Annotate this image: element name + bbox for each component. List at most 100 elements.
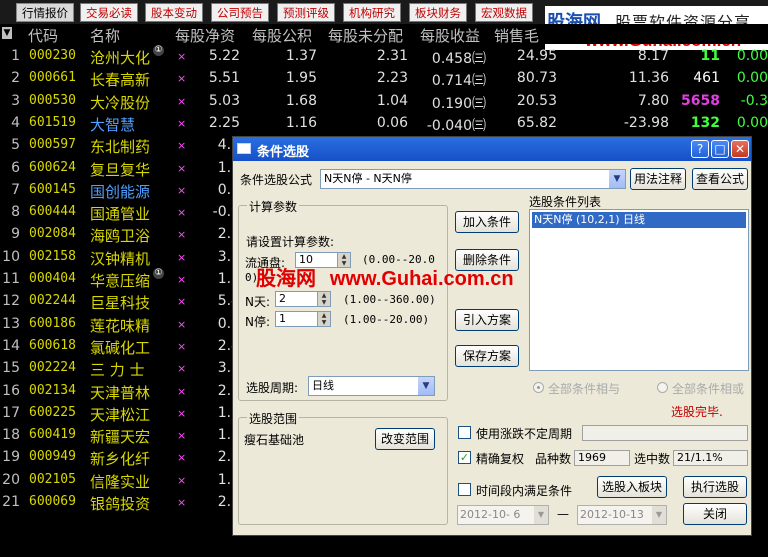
- flag-icon: ×: [177, 317, 187, 331]
- cell-c6: 8.17: [637, 48, 669, 64]
- stock-name: 三 力 士: [90, 361, 145, 380]
- sort-toggle-icon[interactable]: ▼: [2, 27, 12, 39]
- stepper-arrows-icon[interactable]: ▲ ▼: [317, 312, 330, 326]
- tab-quotes[interactable]: 行情报价: [16, 3, 74, 22]
- col-eps-income[interactable]: 每股收益: [420, 25, 480, 46]
- flag-icon: ×: [177, 250, 187, 264]
- table-row[interactable]: 1 000230 沧州大化 ① × 5.22 1.37 2.31 0.458㈢ 24.95 8.17…: [0, 45, 768, 67]
- uncertain-period-checkbox[interactable]: [458, 426, 471, 439]
- watermark-mid-url: www.Guhai.com.cn: [329, 268, 514, 290]
- date-to-value: 2012-10-13: [580, 508, 644, 521]
- info-badge-icon: ①: [153, 45, 164, 56]
- import-plan-button[interactable]: 引入方案: [455, 309, 519, 331]
- cell-c8: 0.00: [736, 70, 768, 87]
- col-eps-undist[interactable]: 每股未分配: [328, 25, 403, 46]
- usage-button[interactable]: 用法注释: [630, 168, 686, 190]
- close-icon[interactable]: ✕: [731, 140, 749, 158]
- precise-restore-checkbox[interactable]: ✓: [458, 451, 471, 464]
- tab-institution-research[interactable]: 机构研究: [343, 3, 401, 22]
- col-name[interactable]: 名称: [90, 25, 120, 46]
- cell-c6: -23.98: [623, 114, 669, 131]
- row-number: 7: [11, 181, 20, 198]
- flag-icon: ×: [177, 496, 187, 509]
- watermark-overlay: 股海网 www.Guhai.com.cn: [256, 262, 514, 291]
- row-number: 10: [2, 248, 20, 265]
- flag-icon: ×: [177, 228, 187, 242]
- selected-label: 选中数: [634, 452, 671, 466]
- flag-icon: ×: [177, 451, 187, 465]
- cell-c3: 2.23: [376, 70, 408, 87]
- chevron-down-icon[interactable]: ▼: [418, 377, 434, 395]
- stock-name: 银鸽投资: [90, 495, 151, 513]
- condition-list[interactable]: N天N停 (10,2,1) 日线: [529, 209, 749, 371]
- stock-code: 600069: [29, 494, 76, 509]
- cell-c2: 1.95: [285, 70, 317, 87]
- stock-code: 002084: [29, 226, 76, 242]
- col-code[interactable]: 代码: [28, 25, 58, 46]
- param2-stepper[interactable]: 2 ▲ ▼: [275, 291, 331, 307]
- calc-params-title: 计算参数: [247, 198, 300, 215]
- cell-c6: 11.36: [628, 70, 669, 87]
- flag-icon: ×: [177, 273, 187, 286]
- stock-name: 莲花味精: [90, 316, 151, 335]
- radio-and[interactable]: [533, 382, 544, 393]
- period-value: 日线: [312, 379, 334, 392]
- tab-company-forecast[interactable]: 公司预告: [211, 3, 269, 22]
- cell-c1: 5.51: [208, 70, 240, 87]
- table-row[interactable]: 4 601519 大智慧 × 2.25 1.16 0.06 -0.040㈢ 65.82 -23.9…: [0, 112, 768, 134]
- cell-c2: 1.16: [285, 114, 317, 131]
- cell-c2: 1.68: [285, 92, 317, 109]
- stock-name: 东北制药: [90, 138, 151, 157]
- date-to-field: 2012-10-13 ▼: [577, 505, 667, 525]
- param3-label: N停:: [245, 315, 271, 329]
- time-range-checkbox[interactable]: [458, 483, 471, 496]
- table-row[interactable]: 3 000530 大冷股份 × 5.03 1.68 1.04 0.190㈢ 20.53 7.80 5…: [0, 90, 768, 112]
- stock-code: 601519: [29, 114, 76, 130]
- add-condition-button[interactable]: 加入条件: [455, 211, 519, 233]
- formula-label: 条件选股公式: [240, 173, 313, 187]
- tab-macro-data[interactable]: 宏观数据: [475, 3, 533, 22]
- stock-code: 600618: [29, 337, 76, 353]
- condition-list-item[interactable]: N天N停 (10,2,1) 日线: [532, 212, 746, 228]
- cell-c4: -0.040㈢: [426, 117, 486, 134]
- flag-icon: ×: [177, 183, 187, 197]
- stock-name: 汉钟精机: [90, 249, 151, 268]
- selected-field: 21/1.1%: [673, 450, 748, 466]
- table-row[interactable]: 2 000661 长春高新 × 5.51 1.95 2.23 0.714㈢ 80.73 11.36…: [0, 67, 768, 89]
- change-range-button[interactable]: 改变范围: [375, 428, 435, 450]
- flag-icon: ×: [177, 384, 187, 398]
- stock-name: 巨星科技: [90, 294, 151, 313]
- flag-icon: ×: [177, 161, 187, 175]
- help-icon[interactable]: ?: [691, 140, 709, 158]
- tab-block-finance[interactable]: 板块财务: [409, 3, 467, 22]
- col-eps-fund[interactable]: 每股公积: [252, 25, 312, 46]
- to-block-button[interactable]: 选股入板块: [597, 476, 667, 498]
- dialog-titlebar[interactable]: 条件选股 ? □ ✕: [233, 137, 751, 161]
- tab-rating[interactable]: 预测评级: [277, 3, 335, 22]
- condition-select-dialog: 条件选股 ? □ ✕ 条件选股公式 N天N停 - N天N停 ▼ 用法注释 查看公…: [232, 136, 752, 536]
- chevron-down-icon[interactable]: ▼: [609, 170, 625, 188]
- uncertain-period-label: 使用涨跌不定周期: [476, 427, 573, 441]
- maximize-icon[interactable]: □: [711, 140, 729, 158]
- tab-share-capital[interactable]: 股本变动: [145, 3, 203, 22]
- flag-icon: ×: [177, 50, 187, 63]
- param3-stepper[interactable]: 1 ▲ ▼: [275, 311, 331, 327]
- tab-trading-must-read[interactable]: 交易必读: [80, 3, 138, 22]
- cell-c5: 24.95: [516, 48, 557, 64]
- formula-select[interactable]: N天N停 - N天N停 ▼: [320, 169, 626, 189]
- info-badge-icon: ①: [153, 268, 164, 279]
- save-plan-button[interactable]: 保存方案: [455, 345, 519, 367]
- close-button[interactable]: 关闭: [683, 503, 747, 525]
- cell-c1: 5.03: [208, 92, 240, 109]
- col-eps-net[interactable]: 每股净资: [175, 25, 235, 46]
- stepper-arrows-icon[interactable]: ▲ ▼: [317, 292, 330, 306]
- row-number: 4: [11, 114, 20, 131]
- view-formula-button[interactable]: 查看公式: [692, 168, 748, 190]
- cell-c4: 0.190㈢: [431, 95, 486, 112]
- execute-button[interactable]: 执行选股: [683, 476, 747, 498]
- period-select[interactable]: 日线 ▼: [308, 376, 435, 396]
- dialog-title: 条件选股: [257, 145, 310, 160]
- radio-or[interactable]: [657, 382, 668, 393]
- date-from-value: 2012-10- 6: [460, 508, 521, 521]
- col-sales[interactable]: 销售毛: [494, 25, 539, 46]
